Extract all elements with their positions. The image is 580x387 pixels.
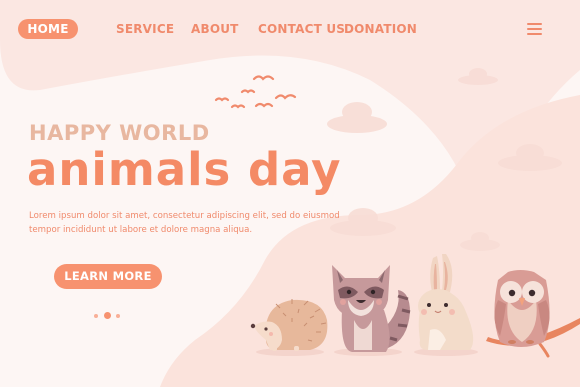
rabbit-icon [418, 254, 474, 350]
owl-icon [486, 270, 580, 358]
animals-illustration [250, 254, 580, 358]
raccoon-icon [332, 265, 411, 352]
hedgehog-icon [250, 299, 328, 351]
